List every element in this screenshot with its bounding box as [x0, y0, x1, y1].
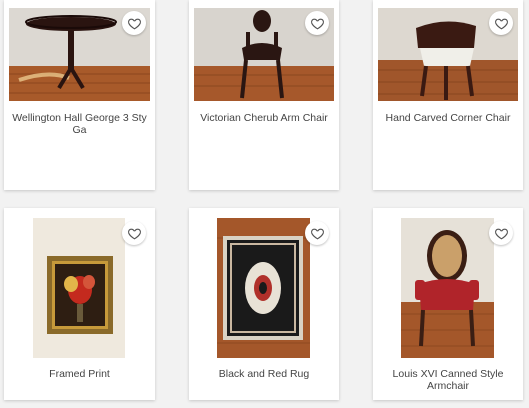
favorite-button[interactable] — [305, 221, 329, 245]
product-card[interactable]: Hand Carved Corner Chair — [373, 0, 523, 190]
product-title[interactable]: Hand Carved Corner Chair — [375, 112, 521, 138]
product-title[interactable]: Victorian Cherub Arm Chair — [191, 112, 337, 138]
product-title[interactable]: Black and Red Rug — [191, 368, 337, 394]
heart-outline-icon — [494, 16, 509, 31]
favorite-button[interactable] — [489, 11, 513, 35]
product-title[interactable]: Louis XVI Canned Style Armchair — [375, 368, 521, 394]
favorite-button[interactable] — [122, 221, 146, 245]
product-title[interactable]: Framed Print — [6, 368, 153, 394]
product-card[interactable]: Wellington Hall George 3 Sty Ga — [4, 0, 155, 190]
heart-outline-icon — [310, 16, 325, 31]
product-card[interactable]: Louis XVI Canned Style Armchair — [373, 208, 523, 400]
product-card[interactable]: Framed Print — [4, 208, 155, 400]
product-image-rug[interactable] — [217, 218, 310, 358]
heart-outline-icon — [494, 226, 509, 241]
product-card[interactable]: Black and Red Rug — [189, 208, 339, 400]
product-title[interactable]: Wellington Hall George 3 Sty Ga — [6, 112, 153, 138]
heart-outline-icon — [127, 226, 142, 241]
favorite-button[interactable] — [489, 221, 513, 245]
product-image-louis-armchair[interactable] — [401, 218, 494, 358]
favorite-button[interactable] — [122, 11, 146, 35]
product-image-framed-print[interactable] — [33, 218, 125, 358]
heart-outline-icon — [310, 226, 325, 241]
heart-outline-icon — [127, 16, 142, 31]
product-card[interactable]: Victorian Cherub Arm Chair — [189, 0, 339, 190]
favorite-button[interactable] — [305, 11, 329, 35]
